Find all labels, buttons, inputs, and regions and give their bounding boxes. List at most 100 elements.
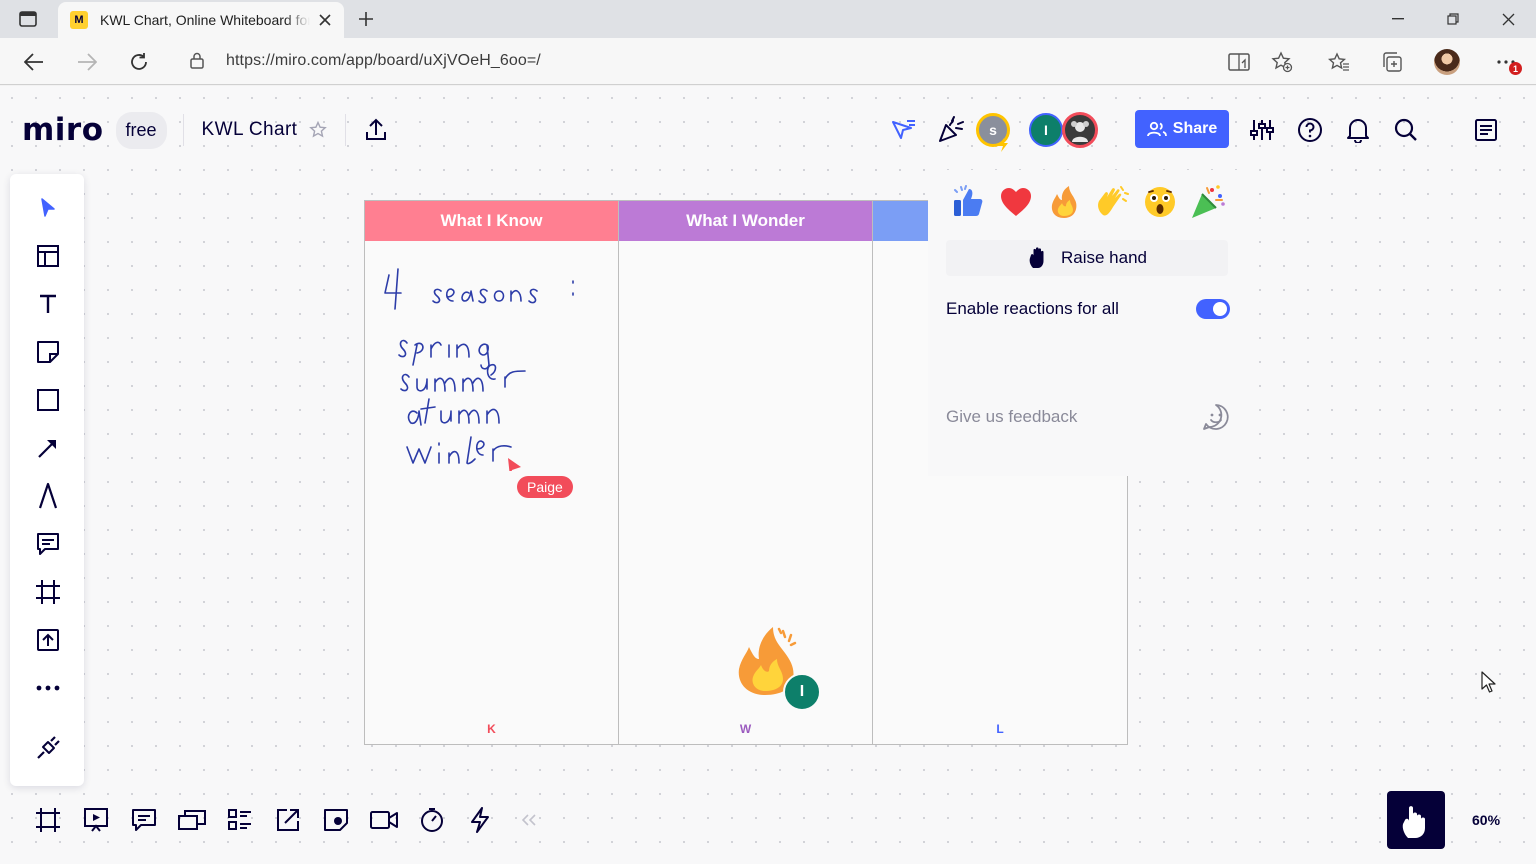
url-field[interactable]: https://miro.com/app/board/uXjVOeH_6oo=/ (176, 44, 1306, 78)
thumbs-up-icon[interactable] (948, 182, 988, 222)
video-chat-cards-icon[interactable] (176, 804, 208, 836)
fire-icon[interactable] (1044, 182, 1084, 222)
more-tools-icon[interactable] (32, 672, 64, 704)
browser-tab-active[interactable]: M KWL Chart, Online Whiteboard for Visua… (58, 2, 344, 38)
comments-panel-icon[interactable] (128, 804, 160, 836)
header-divider (182, 114, 184, 146)
header-divider (345, 114, 347, 146)
settings-more-icon[interactable]: 1 (1490, 48, 1522, 76)
kwl-footer-letter: W (739, 722, 752, 736)
astonished-face-icon[interactable] (1140, 182, 1180, 222)
kwl-column-know[interactable]: What I Know K (365, 201, 619, 744)
sticky-note-icon[interactable] (32, 336, 64, 368)
lock-icon[interactable] (190, 52, 204, 69)
sticky-add-icon[interactable] (320, 804, 352, 836)
profile-avatar[interactable] (1433, 48, 1461, 76)
zoom-level[interactable]: 60% (1472, 812, 1500, 828)
select-cursor-icon[interactable] (32, 192, 64, 224)
search-icon[interactable] (1390, 114, 1422, 146)
collapse-chevrons-icon[interactable] (513, 804, 545, 836)
users-icon (1146, 121, 1167, 137)
presentation-icon[interactable] (80, 804, 112, 836)
upload-icon[interactable] (32, 624, 64, 656)
reactions-party-popper-icon[interactable] (935, 114, 967, 146)
notifications-bell-icon[interactable] (1342, 114, 1374, 146)
mouse-pointer-icon (1480, 670, 1498, 694)
board-header: miro free KWL Chart (22, 106, 388, 154)
enable-reactions-row: Enable reactions for all (946, 294, 1230, 324)
reactions-panel-footer: Give us feedback (928, 392, 1242, 476)
tab-actions-icon[interactable] (16, 8, 40, 30)
follow-cursor-icon[interactable] (887, 114, 919, 146)
raise-hand-button[interactable]: Raise hand (946, 240, 1228, 276)
share-out-icon[interactable] (272, 804, 304, 836)
browser-address-bar: https://miro.com/app/board/uXjVOeH_6oo=/… (0, 38, 1536, 85)
miro-board-canvas[interactable]: miro free KWL Chart s I Share What I Kno… (0, 86, 1536, 864)
immersive-reader-icon[interactable] (1225, 48, 1253, 76)
close-window-icon[interactable] (1488, 6, 1528, 32)
kwl-footer-letter: K (487, 722, 496, 736)
lightning-icon (997, 138, 1009, 152)
kanban-list-icon[interactable] (224, 804, 256, 836)
kwl-header: What I Wonder (619, 201, 872, 241)
collaborator-cursor-label: Paige (517, 476, 573, 498)
minimize-window-icon[interactable] (1378, 6, 1418, 32)
plan-badge[interactable]: free (115, 111, 167, 149)
back-arrow-icon[interactable] (20, 48, 48, 76)
miro-logo[interactable]: miro (22, 112, 104, 148)
kwl-header: What I Know (365, 201, 618, 241)
notification-badge: 1 (1509, 62, 1522, 75)
text-tool-icon[interactable] (32, 288, 64, 320)
favorites-icon[interactable] (1325, 48, 1353, 76)
shape-rectangle-icon[interactable] (32, 384, 64, 416)
templates-icon[interactable] (32, 240, 64, 272)
reload-icon[interactable] (125, 48, 153, 76)
kwl-column-wonder[interactable]: What I Wonder I W (619, 201, 873, 744)
pointing-hand-icon (1402, 806, 1425, 838)
lightning-bolt-icon[interactable] (464, 804, 496, 836)
connection-line-icon[interactable] (32, 432, 64, 464)
feedback-row[interactable]: Give us feedback (946, 402, 1230, 432)
new-tab-plus-icon[interactable] (354, 8, 378, 30)
board-menu-icon[interactable] (1470, 114, 1502, 146)
collaborator-avatar[interactable]: I (1029, 113, 1063, 147)
timer-icon[interactable] (416, 804, 448, 836)
collaborator-photo-avatar[interactable] (1062, 112, 1098, 148)
share-button[interactable]: Share (1135, 110, 1229, 148)
restore-window-icon[interactable] (1433, 6, 1473, 32)
party-popper-icon[interactable] (1188, 182, 1228, 222)
left-toolbar (10, 174, 84, 786)
share-label: Share (1172, 120, 1218, 137)
collaborator-cursor-icon (508, 458, 521, 471)
close-tab-icon[interactable] (316, 11, 334, 29)
board-settings-sliders-icon[interactable] (1246, 114, 1278, 146)
clapping-hands-icon[interactable] (1092, 182, 1132, 222)
miro-favicon-icon: M (70, 11, 88, 29)
add-favorite-icon[interactable] (1268, 48, 1296, 76)
enable-reactions-label: Enable reactions for all (946, 299, 1119, 318)
collections-icon[interactable] (1378, 48, 1406, 76)
tab-title: KWL Chart, Online Whiteboard for Visual … (100, 12, 310, 28)
reaction-author-avatar: I (783, 673, 821, 711)
enable-reactions-toggle[interactable] (1196, 299, 1230, 319)
url-text: https://miro.com/app/board/uXjVOeH_6oo=/ (226, 52, 541, 69)
board-name[interactable]: KWL Chart (202, 119, 298, 141)
pen-tool-icon[interactable] (32, 480, 64, 512)
frame-tool-icon[interactable] (32, 576, 64, 608)
apps-plugin-icon[interactable] (32, 732, 64, 764)
video-camera-icon[interactable] (368, 804, 400, 836)
reactions-panel: Raise hand Enable reactions for all (928, 170, 1242, 392)
hand-pan-tool-button[interactable] (1387, 791, 1445, 849)
forward-arrow-icon[interactable] (73, 48, 101, 76)
kwl-footer-letter: L (996, 722, 1004, 736)
raise-hand-label: Raise hand (1060, 248, 1147, 267)
comment-icon[interactable] (32, 528, 64, 560)
heart-icon[interactable] (996, 182, 1036, 222)
handwriting-drawing[interactable] (365, 241, 619, 471)
export-upload-icon[interactable] (364, 118, 388, 142)
feedback-smile-icon[interactable] (1202, 403, 1230, 431)
frames-panel-icon[interactable] (32, 804, 64, 836)
star-icon[interactable] (309, 121, 328, 139)
raised-hand-icon (1029, 247, 1044, 268)
help-icon[interactable] (1294, 114, 1326, 146)
